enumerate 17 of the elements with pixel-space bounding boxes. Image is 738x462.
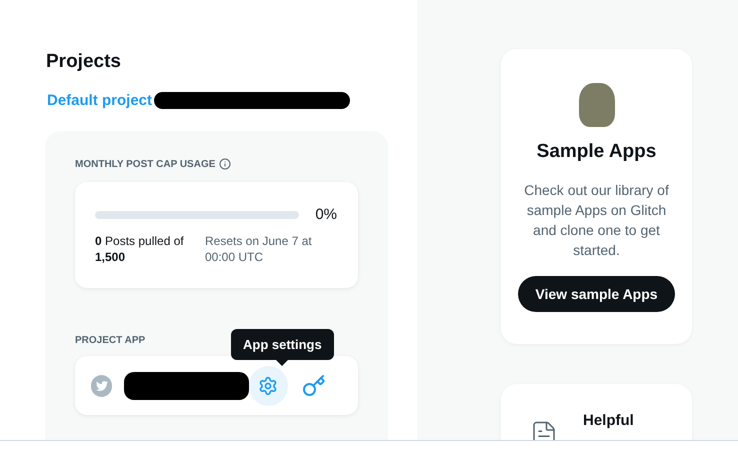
section-label: PROJECT APP <box>75 335 146 346</box>
reset-date: Resets on June 7 at 00:00 UTC <box>205 233 313 265</box>
view-sample-apps-button[interactable]: View sample Apps <box>518 276 675 312</box>
tooltip: App settings <box>231 329 334 360</box>
settings-button[interactable] <box>248 366 288 406</box>
settings-icon <box>258 376 278 396</box>
posts-count: 0 Posts pulled of 1,500 <box>95 233 185 265</box>
key-icon <box>302 374 326 398</box>
info-icon[interactable] <box>219 158 232 170</box>
usage-percent: 0% <box>315 206 337 223</box>
section-label: MONTHLY POST CAP USAGE <box>75 158 216 170</box>
page-title: Projects <box>46 50 122 74</box>
card-title: Sample Apps <box>536 141 656 163</box>
tooltip-arrow-icon <box>276 360 288 366</box>
bird-avatar-icon <box>91 374 112 396</box>
card-description: Check out our library of sample Apps on Glitch and clone one to get started. <box>523 181 670 260</box>
card-title: Helpful <box>583 412 634 431</box>
